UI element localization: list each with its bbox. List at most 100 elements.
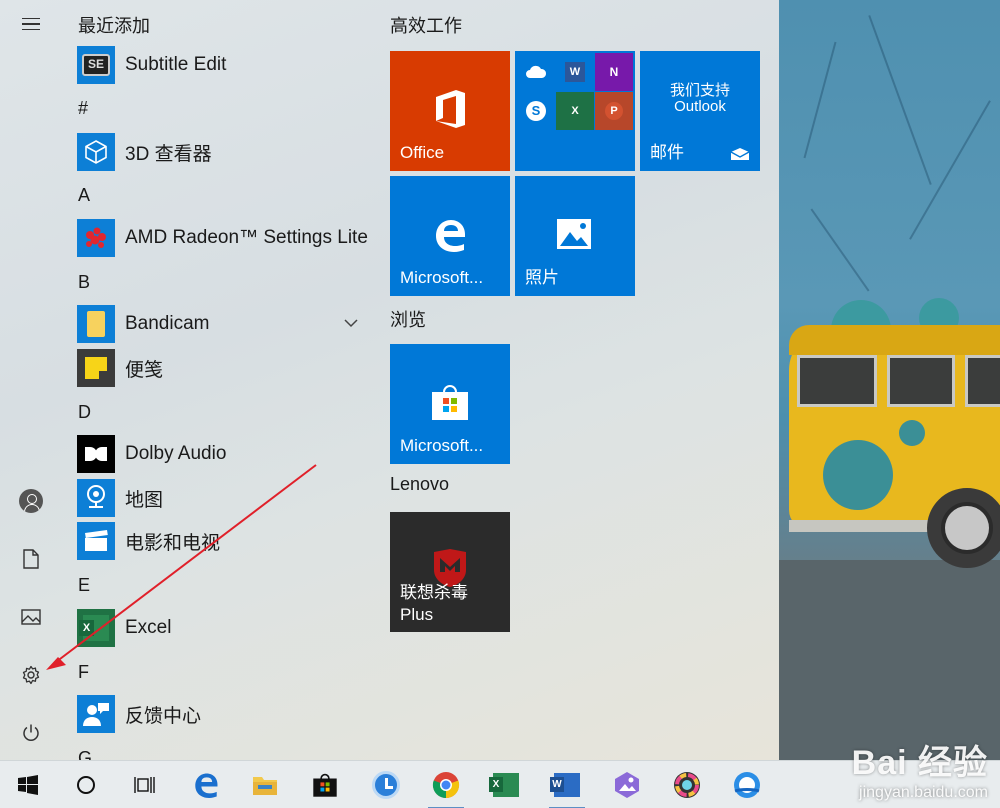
word-icon: W	[550, 773, 580, 797]
start-rail	[0, 0, 62, 760]
taskbar-chrome[interactable]	[422, 761, 470, 808]
app-label: Dolby Audio	[125, 443, 227, 464]
skype-icon: S	[517, 92, 555, 130]
office-logo-icon	[436, 90, 465, 128]
taskbar-photo-app[interactable]	[603, 761, 651, 808]
desktop-wallpaper	[779, 0, 1000, 760]
app-item-dolby-audio[interactable]: Dolby Audio	[77, 434, 372, 474]
dolby-icon	[77, 435, 115, 473]
tile-mail[interactable]: 我们支持 Outlook 邮件	[640, 51, 760, 171]
documents-button[interactable]	[11, 539, 51, 579]
watermark-url: jingyan.baidu.com	[859, 784, 988, 801]
mail-tile-subheading: Outlook	[674, 98, 726, 115]
tile-office-apps-folder[interactable]: W N S X P	[515, 51, 635, 171]
tile-label-line1: 联想杀毒	[400, 583, 468, 602]
document-icon	[23, 549, 39, 569]
globe-browser-icon	[734, 772, 760, 798]
sticky-note-icon	[77, 349, 115, 387]
taskbar-file-explorer[interactable]	[241, 761, 289, 808]
app-item-feedback-hub[interactable]: 反馈中心	[77, 694, 372, 734]
app-label: 地图	[125, 489, 164, 511]
app-label: Subtitle Edit	[125, 54, 227, 75]
tile-photos[interactable]: 照片	[515, 176, 635, 296]
taskbar-color-app[interactable]	[663, 761, 711, 808]
app-label: 3D 查看器	[125, 143, 212, 165]
app-item-excel[interactable]: X Excel	[77, 608, 372, 648]
taskbar-excel[interactable]: X	[482, 761, 530, 808]
tile-lenovo-antivirus[interactable]: 联想杀毒 Plus	[390, 512, 510, 632]
app-label: Bandicam	[125, 313, 210, 334]
app-label: AMD Radeon™ Settings Lite	[125, 227, 368, 248]
start-menu: 最近添加 SE Subtitle Edit # 3D 查看器 A AMD Rad…	[0, 0, 779, 760]
photos-icon	[557, 219, 591, 249]
app-label: 便笺	[125, 359, 164, 381]
settings-button[interactable]	[11, 655, 51, 695]
tile-office[interactable]: Office	[390, 51, 510, 171]
menu-expand-button[interactable]	[11, 4, 51, 44]
cortana-circle-icon	[77, 776, 95, 794]
app-item-maps[interactable]: 地图	[77, 478, 372, 518]
user-account-button[interactable]	[11, 481, 51, 521]
powerpoint-icon: P	[595, 92, 633, 130]
tile-label: 照片	[525, 268, 559, 287]
taskbar: X W	[0, 760, 1000, 808]
group-header-a[interactable]: A	[78, 185, 90, 206]
task-view-button[interactable]	[121, 761, 169, 808]
group-header-g[interactable]: G	[78, 748, 92, 760]
group-header-d[interactable]: D	[78, 402, 91, 423]
group-header-f[interactable]: F	[78, 662, 89, 683]
group-header-e[interactable]: E	[78, 575, 90, 596]
feedback-icon	[77, 695, 115, 733]
search-button[interactable]	[62, 761, 110, 808]
app-item-amd-radeon[interactable]: AMD Radeon™ Settings Lite	[77, 218, 372, 258]
folder-icon	[253, 777, 277, 795]
taskbar-browser-app[interactable]	[723, 761, 771, 808]
excel-icon: X	[77, 609, 115, 647]
taskbar-word[interactable]: W	[543, 761, 591, 808]
mail-envelope-icon	[730, 148, 750, 160]
onenote-icon: N	[595, 53, 633, 91]
tile-label: Office	[400, 143, 445, 162]
app-item-sticky-notes[interactable]: 便笺	[77, 348, 372, 388]
windows-logo-icon	[18, 775, 38, 795]
image-viewer-icon	[615, 772, 639, 798]
map-pin-icon	[77, 479, 115, 517]
excel-mini-icon: X	[556, 92, 594, 130]
power-button[interactable]	[11, 713, 51, 753]
tile-section-lenovo[interactable]: Lenovo	[390, 474, 449, 495]
watermark-main: Bai 经验	[851, 744, 988, 782]
tile-label: 联想杀毒 Plus	[400, 582, 468, 626]
picture-icon	[21, 609, 41, 625]
tile-section-productivity[interactable]: 高效工作	[390, 12, 462, 38]
app-item-movies-tv[interactable]: 电影和电视	[77, 521, 372, 561]
chevron-down-icon[interactable]	[342, 314, 360, 332]
group-header-b[interactable]: B	[78, 272, 90, 293]
taskbar-store[interactable]	[301, 761, 349, 808]
app-item-bandicam[interactable]: Bandicam	[77, 304, 372, 344]
app-item-3d-viewer[interactable]: 3D 查看器	[77, 132, 372, 172]
app-label: 反馈中心	[125, 705, 202, 727]
start-button[interactable]	[4, 761, 52, 808]
tile-edge[interactable]: Microsoft...	[390, 176, 510, 296]
pictures-button[interactable]	[11, 597, 51, 637]
tile-label: Microsoft...	[400, 268, 484, 287]
mail-tile-heading: 我们支持	[669, 82, 730, 99]
subtitle-edit-icon: SE	[77, 46, 115, 84]
word-icon: W	[556, 53, 594, 91]
onedrive-icon	[517, 53, 555, 91]
store-bag-icon	[313, 773, 337, 797]
tile-store[interactable]: Microsoft...	[390, 344, 510, 464]
baidu-watermark: Bai 经验 jingyan.baidu.com	[852, 735, 988, 802]
clock-icon	[372, 771, 400, 799]
cube-icon	[77, 133, 115, 171]
taskbar-edge[interactable]	[182, 761, 230, 808]
taskbar-clock-app[interactable]	[362, 761, 410, 808]
color-wheel-icon	[674, 772, 700, 798]
user-avatar-icon	[19, 489, 43, 513]
chrome-icon	[432, 772, 460, 799]
excel-icon: X	[489, 773, 519, 797]
tile-section-browse[interactable]: 浏览	[390, 306, 426, 332]
app-item-subtitle-edit[interactable]: SE Subtitle Edit	[77, 45, 372, 85]
group-header-hash[interactable]: #	[78, 98, 88, 119]
power-icon	[23, 724, 39, 741]
